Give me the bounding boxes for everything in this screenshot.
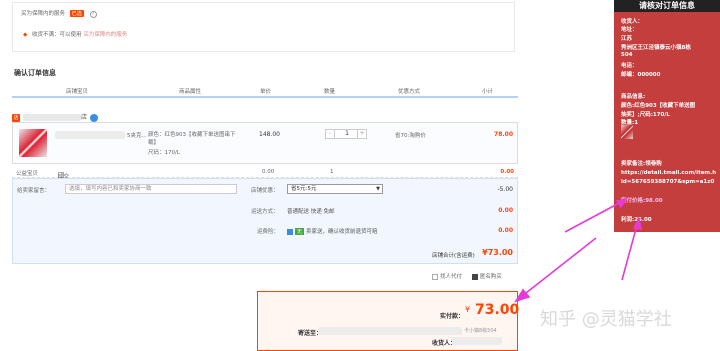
freight-text: 卖家送，确认收货前退货可赔 (306, 229, 378, 235)
tmall-shop-icon: 店 (12, 114, 20, 122)
panel-line: 商品信息: (621, 94, 646, 100)
coupon-value: 省5元:5元 (291, 186, 317, 192)
item-subtotal: 78.00 (494, 131, 513, 138)
service-title-row: 买为保障内的服务 已选 ? (21, 9, 97, 18)
charity-price: 0.00 (262, 169, 275, 175)
panel-line: 秀洲区王江泾镇泰云小镇8栋 (621, 45, 691, 51)
panel-line: 江苏 (621, 36, 633, 42)
service-line-text: 收货不满：可以使用 (31, 32, 82, 38)
message-label: 给卖家留言： (17, 188, 51, 194)
order-verify-panel: 收货人： 地址： 江苏 秀洲区王江泾镇泰云小镇8栋 504 电话： 邮编：000… (614, 0, 720, 232)
panel-product-image (621, 125, 633, 139)
col-header-discount: 优惠方式 (398, 89, 421, 95)
anonymous-checkbox[interactable] (471, 273, 478, 280)
panel-line: 地址： (621, 27, 638, 33)
anonymous-label[interactable]: 匿名购买 (480, 274, 502, 280)
shop-total-label: 店铺合计(含运费) (432, 253, 475, 259)
col-header-price: 单价 (260, 89, 272, 95)
panel-line: 电话： (621, 63, 638, 69)
product-attributes: 颜色：红色903【收藏下单送图串下载】 尺码：170/L (148, 131, 238, 157)
arrow-line (525, 237, 597, 294)
freight-checkbox[interactable] (287, 228, 293, 235)
shipping-value: 普通配送 快递 免邮 (287, 209, 335, 215)
message-input[interactable]: 选填，填写内容已和卖家协商一致 (65, 184, 237, 194)
qty-value[interactable]: 1 (335, 130, 359, 138)
item-discount: 省70:淘购价 (395, 133, 426, 139)
shipping-label: 运送方式： (251, 209, 279, 215)
service-badge: 已选 (69, 10, 84, 17)
coupon-label: 店铺优惠： (251, 188, 279, 194)
service-link[interactable]: 买为保障内的服务 (83, 32, 127, 38)
panel-url-1: https://detail.tmall.com/item.h (621, 170, 717, 176)
charity-row: 公益宝贝 成交后卖家将捐赠0.02元给公益宝贝计划 0.00 1 0.00 (12, 166, 518, 242)
col-header-subtotal: 小计 (482, 89, 494, 95)
proxy-pay-checkbox[interactable] (432, 273, 438, 280)
shop-total-value: ¥73.00 (482, 248, 513, 257)
freight-label: 运费险： (257, 229, 280, 235)
col-header-qty: 数量 (324, 89, 336, 95)
col-header-item: 店铺宝贝 (66, 89, 89, 95)
receiver-redacted (452, 337, 502, 345)
proxy-pay-label[interactable]: 找人代付 (440, 274, 462, 280)
attr-color: 颜色：红色903【收藏下单送图串下载】 (148, 132, 236, 146)
shop-suffix: 店 (81, 114, 88, 121)
quantity-stepper[interactable]: - 1 + (325, 129, 367, 139)
product-thumbnail[interactable] (19, 129, 47, 157)
coupon-select[interactable]: 省5元:5元 ▼ (287, 184, 383, 194)
help-icon[interactable]: ? (89, 11, 97, 18)
col-header-attrs: 商品属性 (179, 89, 202, 95)
order-table-header: 店铺宝贝 商品属性 单价 数量 优惠方式 小计 (12, 84, 518, 98)
qty-minus-button[interactable]: - (326, 130, 335, 138)
product-name-redacted[interactable] (55, 131, 125, 139)
panel-profit: 利润:25.00 (621, 217, 652, 223)
payment-summary: 实付款： ¥ 73.00 寄送至： 卡小镇8栋504 收货人： (257, 291, 520, 351)
service-line: ◆ 收货不满：可以使用 买为保障内的服务 (23, 30, 127, 38)
chat-icon[interactable] (90, 113, 99, 122)
panel-line: 收货人： (621, 19, 644, 25)
order-section-title: 确认订单信息 (14, 69, 56, 77)
shop-row: 店店 (12, 112, 99, 122)
service-box: 买为保障内的服务 已选 ? ◆ 收货不满：可以使用 买为保障内的服务 (12, 2, 515, 52)
paid-label: 实付款： (440, 313, 465, 320)
service-title: 买为保障内的服务 (21, 11, 66, 17)
charity-qty: 1 (330, 169, 334, 175)
panel-sale-price: 实付价格:98.00 (621, 198, 663, 204)
freight-row: 无卖家送，确认收货前退货可赔 (287, 227, 378, 235)
panel-line: 抽奖】;尺码:170/L (621, 112, 670, 118)
shipping-amount: 0.00 (498, 207, 513, 214)
panel-title: 请核对订单信息 (614, 0, 720, 12)
freight-tag: 无 (295, 228, 305, 235)
qty-plus-button[interactable]: + (357, 130, 366, 138)
diamond-icon: ◆ (23, 32, 28, 38)
panel-note: 卖家备注:领卷购 (621, 161, 662, 167)
order-item-row: 5夹克... 颜色：红色903【收藏下单送图串下载】 尺码：170/L 148.… (12, 122, 518, 164)
ship-address-redacted (318, 327, 462, 335)
panel-line: 504 (621, 52, 633, 58)
panel-line: 邮编：000000 (621, 72, 661, 78)
currency-symbol: ¥ (465, 305, 471, 314)
chevron-down-icon: ▼ (376, 186, 380, 192)
arrow-line (621, 224, 638, 281)
panel-line: 颜色:红色903【收藏下单送图 (621, 103, 696, 109)
purchase-options: 找人代付 匿名购买 (432, 272, 502, 280)
freight-amount: 0.00 (498, 227, 513, 234)
coupon-amount: -5.00 (497, 186, 513, 193)
paid-amount: 73.00 (475, 302, 520, 318)
watermark: 知乎 @灵猫学社 (540, 309, 672, 330)
attr-size: 尺码：170/L (148, 150, 180, 156)
panel-url-2: id=567659388707&spm=a1z0 (621, 179, 715, 185)
unit-price: 148.00 (259, 131, 280, 138)
charity-label: 公益宝贝 (16, 171, 39, 177)
checkout-options: 给卖家留言： 选填，填写内容已和卖家协商一致 店铺优惠： 省5元:5元 ▼ -5.… (12, 178, 518, 264)
ship-address-suffix: 卡小镇8栋504 (464, 328, 497, 334)
shop-name-redacted[interactable] (23, 114, 81, 121)
charity-amount: 0.00 (500, 169, 514, 175)
product-name-suffix[interactable]: 5夹克... (127, 131, 147, 139)
